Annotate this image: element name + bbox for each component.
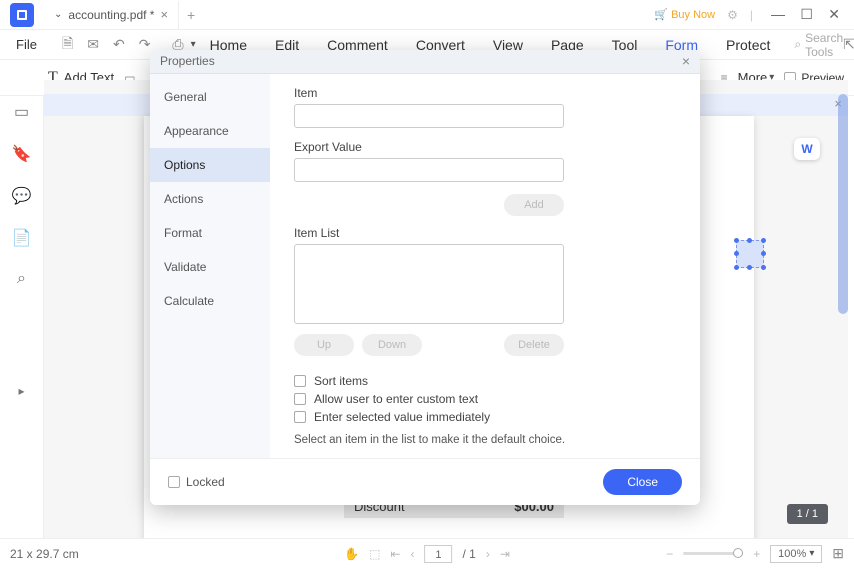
next-page-icon[interactable]: ›	[486, 547, 490, 561]
user-avatar-icon[interactable]: ⚙	[727, 8, 738, 22]
hand-tool-icon[interactable]: ✋	[344, 547, 359, 561]
custom-text-label: Allow user to enter custom text	[314, 392, 478, 406]
item-label: Item	[294, 86, 676, 100]
search-placeholder: Search Tools	[805, 31, 843, 59]
chevron-down-icon: ▾	[809, 545, 814, 563]
save-icon[interactable]: 🗎	[55, 33, 80, 57]
first-page-icon[interactable]: ⇤	[390, 547, 400, 561]
up-button[interactable]: Up	[294, 334, 354, 356]
resize-handle[interactable]	[734, 251, 739, 256]
mail-icon[interactable]: ✉	[80, 36, 106, 53]
prev-page-icon[interactable]: ‹	[410, 547, 414, 561]
enter-value-label: Enter selected value immediately	[314, 410, 490, 424]
delete-button[interactable]: Delete	[504, 334, 564, 356]
custom-text-checkbox[interactable]	[294, 393, 306, 405]
tab-chevron-icon: ⌄	[54, 9, 62, 20]
resize-handle[interactable]	[747, 238, 752, 243]
item-list-label: Item List	[294, 226, 676, 240]
zoom-select[interactable]: 100%▾	[770, 545, 822, 563]
hint-text: Select an item in the list to make it th…	[294, 434, 676, 446]
page-dimensions: 21 x 29.7 cm	[10, 547, 79, 561]
sort-items-checkbox[interactable]	[294, 375, 306, 387]
close-button[interactable]: Close	[603, 469, 682, 495]
document-tab[interactable]: ⌄ accounting.pdf * ×	[44, 1, 179, 29]
buy-now-label: Buy Now	[671, 9, 715, 21]
search-panel-icon[interactable]: ⌕	[17, 270, 26, 288]
undo-icon[interactable]: ↶	[106, 36, 132, 53]
share-icon[interactable]: ⇱	[843, 36, 854, 53]
tab-add-button[interactable]: +	[187, 7, 195, 23]
page-indicator-badge: 1 / 1	[787, 504, 828, 524]
zoom-value: 100%	[778, 545, 806, 563]
bookmarks-icon[interactable]: 🔖	[12, 144, 32, 164]
down-button[interactable]: Down	[362, 334, 422, 356]
add-button[interactable]: Add	[504, 194, 564, 216]
tab-title: accounting.pdf *	[68, 8, 154, 22]
dialog-nav: General Appearance Options Actions Forma…	[150, 74, 270, 458]
locked-toggle[interactable]: Locked	[168, 475, 225, 489]
word-export-badge[interactable]: W	[794, 138, 820, 160]
comments-icon[interactable]: 💬	[12, 186, 32, 206]
sort-items-label: Sort items	[314, 374, 368, 388]
export-value-input[interactable]	[294, 158, 564, 182]
menu-protect[interactable]: Protect	[712, 37, 784, 53]
dialog-title: Properties	[160, 54, 215, 68]
locked-label: Locked	[186, 475, 225, 489]
tab-close-icon[interactable]: ×	[160, 7, 168, 22]
resize-handle[interactable]	[761, 251, 766, 256]
resize-handle[interactable]	[761, 238, 766, 243]
item-input[interactable]	[294, 104, 564, 128]
resize-handle[interactable]	[761, 265, 766, 270]
zoom-thumb[interactable]	[733, 548, 743, 558]
dialog-titlebar[interactable]: Properties ×	[150, 50, 700, 74]
item-list-box[interactable]	[294, 244, 564, 324]
select-tool-icon[interactable]: ⬚	[369, 547, 380, 561]
tab-format[interactable]: Format	[150, 216, 270, 250]
app-logo[interactable]	[10, 3, 34, 27]
search-icon: ⌕	[794, 37, 801, 52]
titlebar-divider: |	[750, 8, 753, 22]
tab-appearance[interactable]: Appearance	[150, 114, 270, 148]
dialog-close-icon[interactable]: ×	[682, 53, 690, 69]
dialog-content: Item Export Value Add Item List Up Down …	[270, 74, 700, 458]
locked-checkbox[interactable]	[168, 476, 180, 488]
page-number-input[interactable]: 1	[424, 545, 452, 563]
tab-calculate[interactable]: Calculate	[150, 284, 270, 318]
attachments-icon[interactable]: 📄	[12, 228, 32, 248]
zoom-out-icon[interactable]: −	[666, 547, 673, 561]
maximize-button[interactable]: ☐	[794, 6, 819, 22]
expand-sidebar-icon[interactable]: ▸	[18, 384, 24, 398]
resize-handle[interactable]	[747, 265, 752, 270]
export-value-label: Export Value	[294, 140, 676, 154]
tab-validate[interactable]: Validate	[150, 250, 270, 284]
tab-options[interactable]: Options	[150, 148, 270, 182]
tab-actions[interactable]: Actions	[150, 182, 270, 216]
titlebar: ⌄ accounting.pdf * × + 🛒 Buy Now ⚙ | — ☐…	[0, 0, 854, 30]
thumbnails-icon[interactable]: ▭	[14, 102, 29, 122]
selected-form-field[interactable]	[736, 240, 764, 268]
resize-handle[interactable]	[734, 238, 739, 243]
search-tools[interactable]: ⌕ Search Tools	[794, 31, 843, 59]
statusbar: 21 x 29.7 cm ✋ ⬚ ⇤ ‹ 1 / 1 › ⇥ − + 100%▾…	[0, 538, 854, 568]
fit-page-icon[interactable]: ⊞	[832, 545, 844, 562]
last-page-icon[interactable]: ⇥	[500, 547, 510, 561]
minimize-button[interactable]: —	[765, 6, 791, 22]
file-menu[interactable]: File	[6, 37, 47, 52]
dialog-footer: Locked Close	[150, 458, 700, 505]
buy-now-link[interactable]: 🛒 Buy Now	[654, 8, 715, 21]
properties-dialog: Properties × General Appearance Options …	[150, 50, 700, 505]
close-window-button[interactable]: ✕	[822, 6, 846, 22]
page-total: / 1	[462, 547, 475, 561]
tab-general[interactable]: General	[150, 80, 270, 114]
vertical-scrollbar[interactable]	[838, 94, 848, 314]
left-sidebar: ▭ 🔖 💬 📄 ⌕ ▸	[0, 96, 44, 538]
enter-value-checkbox[interactable]	[294, 411, 306, 423]
zoom-slider[interactable]	[683, 552, 743, 555]
resize-handle[interactable]	[734, 265, 739, 270]
zoom-in-icon[interactable]: +	[753, 547, 760, 561]
